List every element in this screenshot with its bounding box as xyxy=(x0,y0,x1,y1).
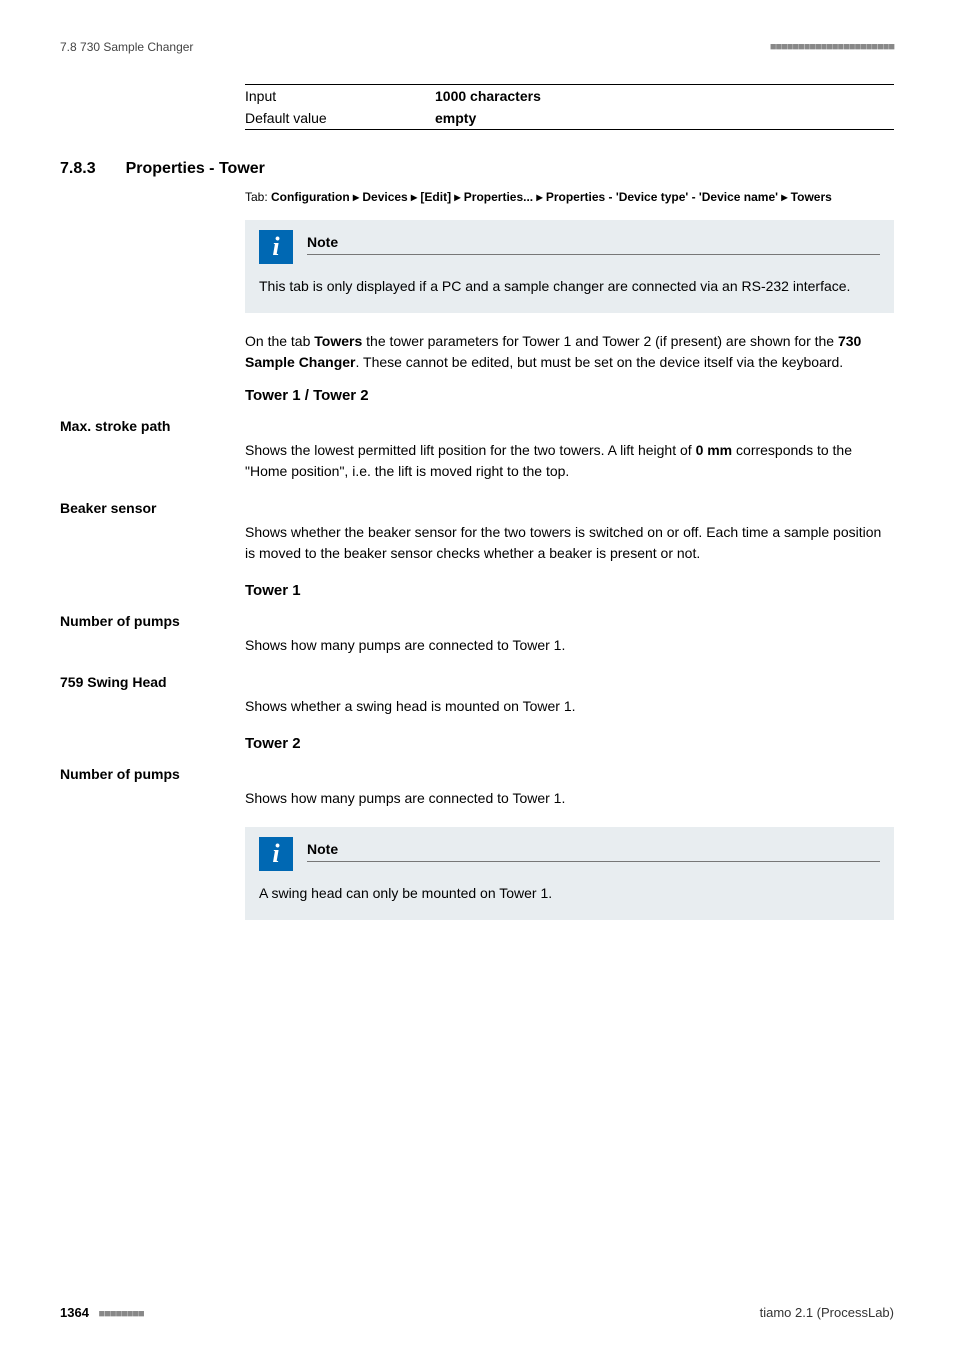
field-beaker-sensor: Beaker sensor Shows whether the beaker s… xyxy=(60,500,894,564)
field-label: Number of pumps xyxy=(60,766,894,782)
field-label: Number of pumps xyxy=(60,613,894,629)
field-label: Max. stroke path xyxy=(60,418,894,434)
footer-left: 1364 ■■■■■■■■ xyxy=(60,1305,144,1320)
definition-table: Input 1000 characters Default value empt… xyxy=(245,84,894,130)
field-number-pumps-2: Number of pumps Shows how many pumps are… xyxy=(60,766,894,809)
note-body: This tab is only displayed if a PC and a… xyxy=(259,276,880,297)
tab-path: Configuration ▸ Devices ▸ [Edit] ▸ Prope… xyxy=(271,190,832,204)
tab-breadcrumb: Tab: Configuration ▸ Devices ▸ [Edit] ▸ … xyxy=(245,188,894,206)
table-cell-value: 1000 characters xyxy=(435,85,894,108)
field-number-pumps-1: Number of pumps Shows how many pumps are… xyxy=(60,613,894,656)
tab-prefix: Tab: xyxy=(245,190,271,204)
section-heading: 7.8.3 Properties - Tower xyxy=(60,160,894,178)
info-icon: i xyxy=(259,230,293,264)
field-swing-head: 759 Swing Head Shows whether a swing hea… xyxy=(60,674,894,717)
section-number: 7.8.3 xyxy=(60,160,96,178)
subheading-tower1: Tower 1 xyxy=(245,582,894,599)
field-body: Shows the lowest permitted lift position… xyxy=(245,440,894,482)
field-body: Shows how many pumps are connected to To… xyxy=(245,788,894,809)
page-header: 7.8 730 Sample Changer ■■■■■■■■■■■■■■■■■… xyxy=(60,40,894,54)
note-header: i Note xyxy=(259,230,880,264)
field-body: Shows how many pumps are connected to To… xyxy=(245,635,894,656)
field-body: Shows whether a swing head is mounted on… xyxy=(245,696,894,717)
note-box: i Note A swing head can only be mounted … xyxy=(245,827,894,920)
subheading-tower2: Tower 2 xyxy=(245,735,894,752)
table-cell-label: Default value xyxy=(245,107,435,130)
field-label: 759 Swing Head xyxy=(60,674,894,690)
field-label: Beaker sensor xyxy=(60,500,894,516)
note-label: Note xyxy=(307,841,880,862)
field-body: Shows whether the beaker sensor for the … xyxy=(245,522,894,564)
note-box: i Note This tab is only displayed if a P… xyxy=(245,220,894,313)
footer-dashes: ■■■■■■■■ xyxy=(99,1308,144,1320)
field-max-stroke: Max. stroke path Shows the lowest permit… xyxy=(60,418,894,482)
page-number: 1364 xyxy=(60,1305,89,1320)
table-cell-value: empty xyxy=(435,107,894,130)
info-icon: i xyxy=(259,837,293,871)
table-row: Default value empty xyxy=(245,107,894,130)
section-title: Properties - Tower xyxy=(126,160,265,178)
table-row: Input 1000 characters xyxy=(245,85,894,108)
note-header: i Note xyxy=(259,837,880,871)
page-footer: 1364 ■■■■■■■■ tiamo 2.1 (ProcessLab) xyxy=(60,1305,894,1320)
subheading-tower12: Tower 1 / Tower 2 xyxy=(245,387,894,404)
header-section: 7.8 730 Sample Changer xyxy=(60,40,193,54)
note-label: Note xyxy=(307,234,880,255)
note-body: A swing head can only be mounted on Towe… xyxy=(259,883,880,904)
paragraph: On the tab Towers the tower parameters f… xyxy=(245,331,894,373)
table-cell-label: Input xyxy=(245,85,435,108)
footer-product: tiamo 2.1 (ProcessLab) xyxy=(760,1305,894,1320)
header-dashes: ■■■■■■■■■■■■■■■■■■■■■■ xyxy=(770,41,894,53)
